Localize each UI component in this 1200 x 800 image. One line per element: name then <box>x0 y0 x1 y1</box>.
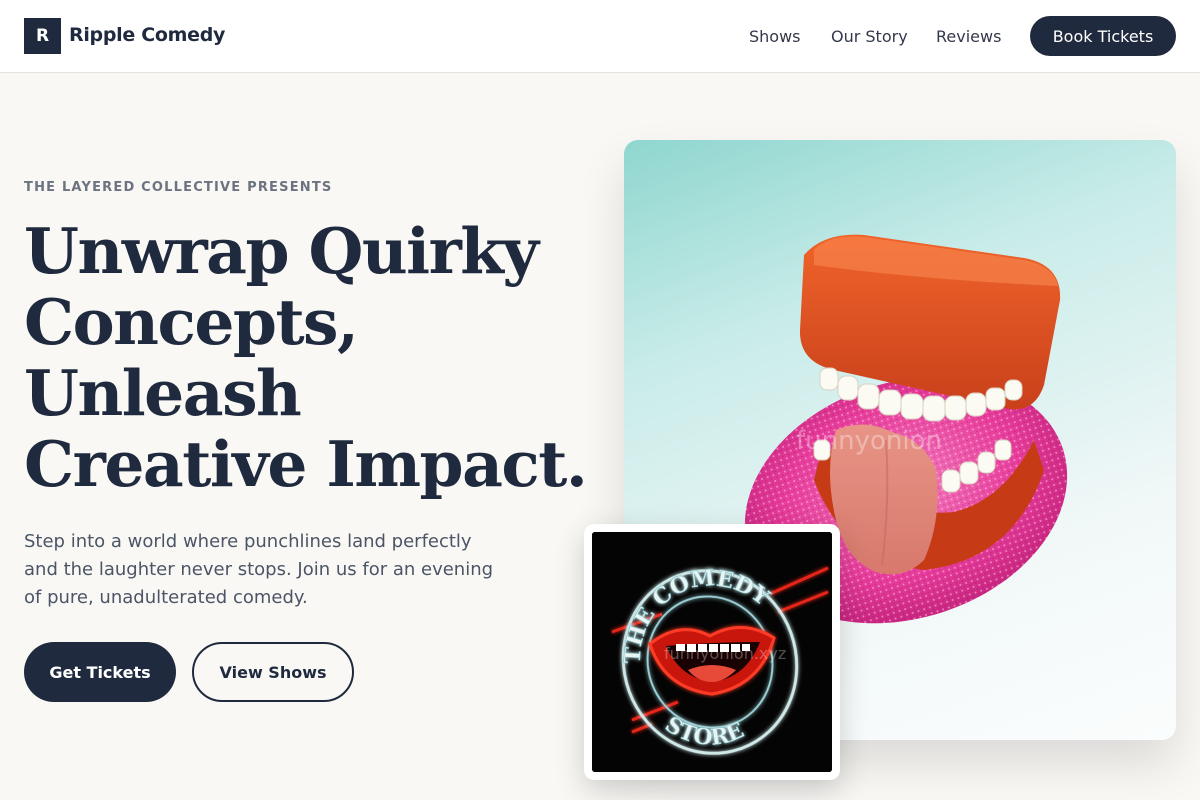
get-tickets-button[interactable]: Get Tickets <box>24 642 176 702</box>
hero-description: Step into a world where punchlines land … <box>24 531 494 608</box>
main-image-watermark: funnyonion <box>796 426 942 456</box>
site-header: R Ripple Comedy Shows Our Story Reviews … <box>0 0 1200 73</box>
book-tickets-button[interactable]: Book Tickets <box>1030 16 1176 56</box>
headline-line-2: Concepts, <box>24 285 359 359</box>
hero-eyebrow: THE LAYERED COLLECTIVE PRESENTS <box>24 180 333 195</box>
view-shows-button[interactable]: View Shows <box>192 642 354 702</box>
hero-headline: Unwrap Quirky Concepts, Unleash Creative… <box>24 216 604 500</box>
brand-name[interactable]: Ripple Comedy <box>69 24 225 46</box>
headline-line-4: Creative Impact. <box>24 427 588 501</box>
nav-our-story[interactable]: Our Story <box>831 27 908 46</box>
comedy-store-neon-sign-image: THE COMEDY STORE funnyonion.xyz <box>592 532 832 772</box>
nav-shows[interactable]: Shows <box>749 27 801 46</box>
headline-line-3: Unleash <box>24 356 302 430</box>
small-image-watermark: funnyonion.xyz <box>664 644 787 663</box>
headline-line-1: Unwrap Quirky <box>24 214 539 288</box>
logo-mark[interactable]: R <box>24 18 61 54</box>
nav-reviews[interactable]: Reviews <box>936 27 1001 46</box>
featured-image-card: THE COMEDY STORE funnyonion.xyz <box>584 524 840 780</box>
